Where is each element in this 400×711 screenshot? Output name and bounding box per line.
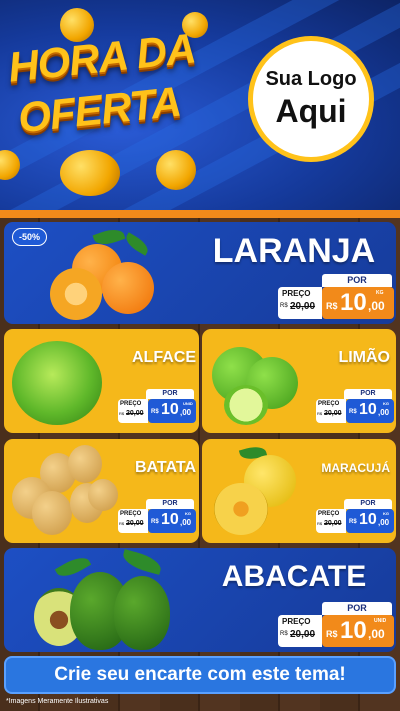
price-decimal: ,00 — [368, 299, 385, 313]
lime-slice-image — [224, 385, 268, 425]
product-name: LARANJA — [212, 232, 376, 270]
price-integer: 10 — [161, 511, 179, 528]
unit-label: KG — [383, 401, 389, 406]
orange-image — [102, 262, 154, 314]
potato-image — [68, 445, 102, 483]
potato-image — [88, 479, 118, 511]
currency: R$ — [326, 629, 338, 639]
new-price-box: R$ 10 ,00 KG — [148, 509, 196, 533]
old-price: 20,00 — [126, 520, 144, 527]
old-currency: R$ — [119, 411, 125, 416]
price-decimal: ,00 — [180, 408, 192, 417]
price-integer: 10 — [359, 511, 377, 528]
old-price-box: PREÇO R$ 20,00 — [118, 399, 148, 423]
currency: R$ — [349, 519, 357, 525]
product-card-limao[interactable]: LIMÃO POR PREÇO R$ 20,00 R$ 10 ,00 KG — [202, 329, 396, 433]
unit-label: KG — [185, 511, 191, 516]
old-price-box: PREÇO R$ 20,00 — [316, 509, 346, 533]
discount-badge: -50% — [12, 228, 48, 246]
create-flyer-button[interactable]: Crie seu encarte com este tema! — [4, 656, 396, 694]
new-price-box: R$ 10 ,00 KG — [322, 287, 394, 319]
coin-decoration — [60, 150, 120, 196]
product-name: BATATA — [134, 459, 196, 476]
por-label: POR — [146, 499, 194, 509]
product-name: LIMÃO — [338, 349, 390, 366]
logo-placeholder[interactable]: Sua Logo Aqui — [248, 36, 374, 162]
product-card-maracuja[interactable]: MARACUJÁ POR PREÇO R$ 20,00 R$ 10 ,00 KG — [202, 439, 396, 543]
product-card-laranja[interactable]: -50% LARANJA POR PREÇO R$ 20,00 R$ 10 ,0… — [4, 222, 396, 324]
old-price: 20,00 — [324, 520, 342, 527]
leaf-decoration — [120, 549, 164, 575]
old-price-box: PREÇO R$ 20,00 — [278, 287, 322, 319]
por-label: POR — [146, 389, 194, 399]
leaf-decoration — [122, 232, 152, 256]
new-price-box: R$ 10 ,00 UNID — [322, 615, 394, 647]
coin-decoration — [156, 150, 196, 190]
price-decimal: ,00 — [378, 518, 390, 527]
new-price-box: R$ 10 ,00 UNID — [148, 399, 196, 423]
orange-divider — [0, 210, 400, 218]
old-price: 20,00 — [290, 301, 316, 312]
logo-text-line2: Aqui — [275, 93, 347, 129]
old-currency: R$ — [317, 521, 323, 526]
lettuce-image — [12, 341, 102, 425]
por-label: POR — [344, 389, 392, 399]
unit-label: UNID — [183, 401, 193, 406]
orange-half-image — [50, 268, 102, 320]
unit-label: UNID — [374, 618, 387, 624]
old-currency: R$ — [280, 631, 288, 637]
price-decimal: ,00 — [368, 627, 385, 641]
old-currency: R$ — [317, 411, 323, 416]
old-price: 20,00 — [126, 410, 144, 417]
preco-label: PREÇO — [120, 511, 142, 517]
old-price-box: PREÇO R$ 20,00 — [278, 615, 322, 647]
por-label: POR — [322, 274, 392, 287]
currency: R$ — [326, 301, 338, 311]
product-card-alface[interactable]: ALFACE POR PREÇO R$ 20,00 R$ 10 ,00 UNID — [4, 329, 199, 433]
old-price-box: PREÇO R$ 20,00 — [316, 399, 346, 423]
product-name: MARACUJÁ — [321, 461, 390, 475]
preco-label: PREÇO — [318, 401, 340, 407]
unit-label: KG — [383, 511, 389, 516]
avocado-image — [114, 576, 170, 650]
old-currency: R$ — [119, 521, 125, 526]
preco-label: PREÇO — [120, 401, 142, 407]
old-price-box: PREÇO R$ 20,00 — [118, 509, 148, 533]
product-card-abacate[interactable]: ABACATE POR PREÇO R$ 20,00 R$ 10 ,00 UNI… — [4, 548, 396, 652]
old-price: 20,00 — [324, 410, 342, 417]
currency: R$ — [349, 409, 357, 415]
price-integer: 10 — [161, 401, 179, 418]
preco-label: PREÇO — [282, 289, 311, 298]
old-price: 20,00 — [290, 629, 316, 640]
currency: R$ — [151, 519, 159, 525]
logo-text-line1: Sua Logo — [265, 68, 357, 90]
disclaimer-text: *Imagens Meramente Ilustrativas — [6, 698, 109, 705]
price-decimal: ,00 — [378, 408, 390, 417]
price-integer: 10 — [340, 289, 367, 316]
preco-label: PREÇO — [318, 511, 340, 517]
price-integer: 10 — [340, 617, 367, 644]
unit-label: KG — [376, 290, 384, 296]
currency: R$ — [151, 409, 159, 415]
passion-fruit-half-image — [214, 483, 268, 535]
potato-image — [32, 491, 72, 535]
price-decimal: ,00 — [180, 518, 192, 527]
old-currency: R$ — [280, 303, 288, 309]
por-label: POR — [344, 499, 392, 509]
header-banner: HORA DA OFERTA Sua Logo Aqui — [0, 0, 400, 212]
price-integer: 10 — [359, 401, 377, 418]
preco-label: PREÇO — [282, 617, 311, 626]
product-card-batata[interactable]: BATATA POR PREÇO R$ 20,00 R$ 10 ,00 KG — [4, 439, 199, 543]
new-price-box: R$ 10 ,00 KG — [346, 509, 394, 533]
product-name: ABACATE — [221, 560, 367, 593]
new-price-box: R$ 10 ,00 KG — [346, 399, 394, 423]
product-name: ALFACE — [132, 349, 196, 366]
por-label: POR — [322, 602, 392, 615]
